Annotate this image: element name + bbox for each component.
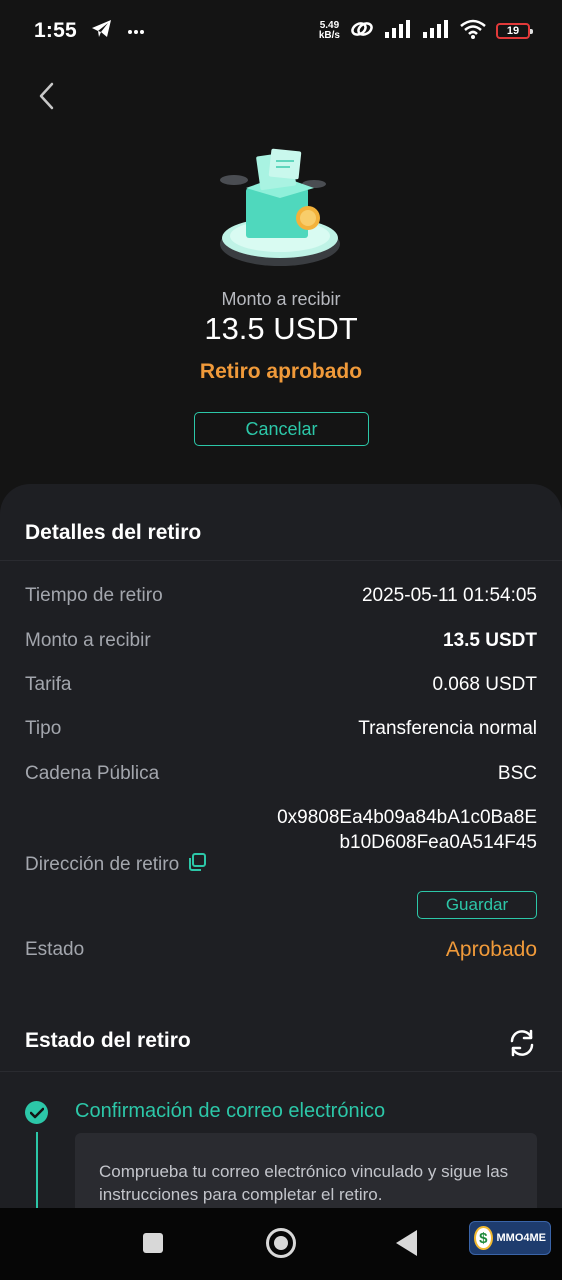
status-time: 1:55 xyxy=(34,19,77,42)
detail-value: 2025-05-11 01:54:05 xyxy=(361,585,537,606)
hotspot-link-icon xyxy=(350,19,374,44)
amount-value: 13.5 USDT xyxy=(204,311,358,346)
network-speed-unit: kB/s xyxy=(318,30,340,41)
signal-icon xyxy=(384,19,412,43)
detail-label: Monto a recibir xyxy=(25,630,151,651)
detail-row-amount: Monto a recibir 13.5 USDT xyxy=(25,630,537,652)
detail-label: Estado xyxy=(25,939,85,960)
wifi-icon xyxy=(460,19,486,44)
recent-apps-button[interactable] xyxy=(143,1233,163,1253)
network-speed: 5.49 kB/s xyxy=(319,21,340,41)
detail-label: Tiempo de retiro xyxy=(25,585,163,606)
detail-row-type: Tipo Transferencia normal xyxy=(25,718,537,740)
detail-value: BSC xyxy=(497,763,537,784)
detail-row-state: Estado Aprobado xyxy=(25,938,537,962)
cancel-button[interactable]: Cancelar xyxy=(194,412,369,446)
refresh-button[interactable] xyxy=(507,1028,537,1058)
detail-label: Tarifa xyxy=(25,674,72,695)
divider xyxy=(0,560,562,561)
chevron-left-icon xyxy=(39,82,54,110)
detail-label: Cadena Pública xyxy=(25,763,160,784)
detail-row-time: Tiempo de retiro 2025-05-11 01:54:05 xyxy=(25,585,537,607)
address-value: 0x9808Ea4b09a84bA1c0Ba8Eb10D608Fea0A514F… xyxy=(277,807,537,853)
detail-row-fee: Tarifa 0.068 USDT xyxy=(25,674,537,696)
watermark-text: MMO4ME xyxy=(496,1232,547,1244)
battery-icon: 19 xyxy=(496,23,533,39)
home-button[interactable] xyxy=(266,1228,296,1258)
status-bar: 1:55 5.49 kB/s 19 xyxy=(0,0,562,62)
detail-row-chain: Cadena Pública BSC xyxy=(25,763,537,785)
details-title: Detalles del retiro xyxy=(25,521,202,544)
detail-label: Tipo xyxy=(25,718,62,739)
step-title: Confirmación de correo electrónico xyxy=(75,1100,386,1122)
address-label: Dirección de retiro xyxy=(25,852,207,878)
more-notifications-icon xyxy=(127,22,145,40)
watermark-logo: $ MMO4ME xyxy=(469,1221,551,1255)
dollar-coin-icon: $ xyxy=(474,1226,493,1250)
detail-value: 0.068 USDT xyxy=(432,674,537,695)
withdraw-box-illustration xyxy=(210,140,352,272)
progress-title: Estado del retiro xyxy=(25,1029,191,1052)
back-button[interactable] xyxy=(28,78,64,114)
state-value: Aprobado xyxy=(445,938,537,961)
telegram-icon xyxy=(91,19,113,44)
amount-label: Monto a recibir xyxy=(221,289,341,309)
withdraw-status-text: Retiro aprobado xyxy=(199,360,363,383)
signal-icon-2 xyxy=(422,19,450,43)
timeline-line xyxy=(36,1132,38,1212)
address-label-text: Dirección de retiro xyxy=(25,854,180,875)
system-back-button[interactable] xyxy=(396,1230,417,1256)
refresh-icon xyxy=(510,1029,534,1057)
save-address-button[interactable]: Guardar xyxy=(417,891,537,919)
detail-value: 13.5 USDT xyxy=(443,630,537,651)
copy-icon[interactable] xyxy=(187,852,207,878)
divider xyxy=(0,1071,562,1072)
check-icon xyxy=(25,1101,48,1124)
detail-value: Transferencia normal xyxy=(358,718,537,739)
